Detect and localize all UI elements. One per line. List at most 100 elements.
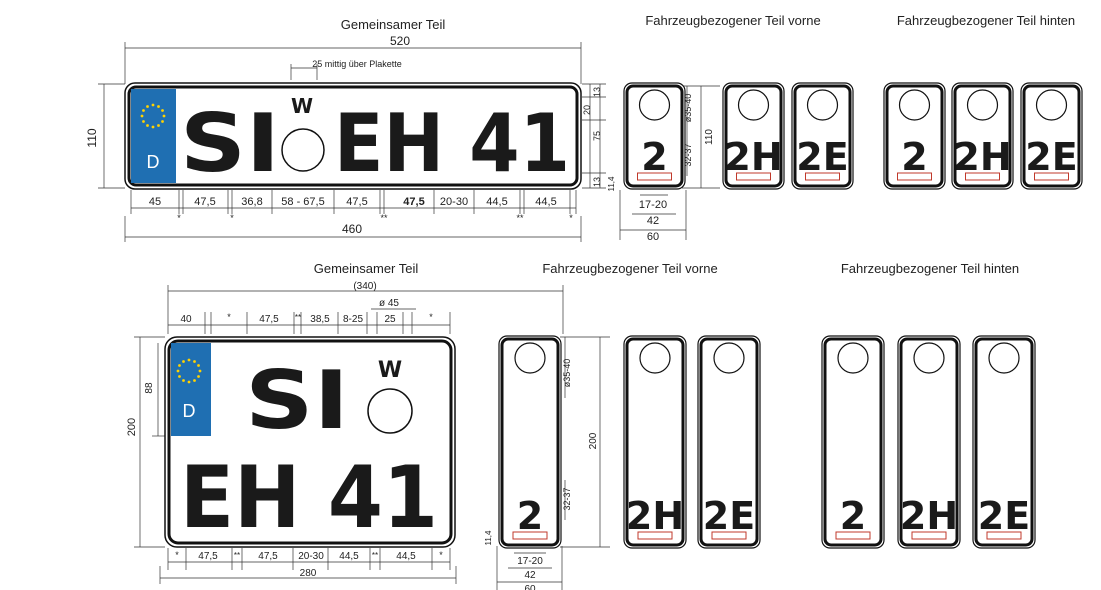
tab-label: 2 [901,135,927,179]
eu-star [176,369,180,373]
eu-star [182,379,185,382]
vehicle-tab: 2H [951,82,1014,190]
dim-top-6: 25 [384,314,396,325]
btab-dim-1720: 17-20 [517,556,543,567]
vehicle-tab: 2 [821,335,885,549]
dim-bottom-1: 47,5 [194,196,215,208]
btab-dim-42: 42 [524,570,536,581]
vehicle-tab: 2H [897,335,961,549]
badge-note-label: 25 mittig über Plakette [312,59,402,69]
bottom-plate: D SI W EH 41 [164,336,456,548]
dim-badge-note: 25 mittig über Plakette [290,59,402,80]
bottom-front-tabs: 2 2H 2E [498,335,761,549]
dim-right-side: 20 13 75 13 [582,83,606,189]
vehicle-tab: 2H [623,335,687,549]
vehicle-tab: 2 [498,335,562,549]
dim-b-8: * [439,550,443,560]
vehicle-tab: 2 [883,82,946,190]
dim-200-label: 200 [126,418,138,436]
dim-inner-width: 460 [124,216,582,242]
inspection-sticker [911,531,947,540]
inspection-sticker [637,172,672,181]
license-plate-diagram: Gemeinsamer Teil Fahrzeugbezogener Teil … [85,13,1083,590]
dim-b-5: 44,5 [339,551,359,562]
eu-star [140,114,144,118]
vehicle-tab: 2E [972,335,1036,549]
star-mark-3: ** [516,213,524,223]
dim-right-13b: 13 [592,177,602,187]
star-mark-2: ** [380,213,388,223]
inspection-sticker [711,531,747,540]
dim-340: (340) [167,281,564,334]
eu-star [182,360,185,363]
tab-label: 2H [724,135,782,179]
inspection-sticker [835,531,871,540]
dim-340-label: (340) [353,281,376,292]
seal-circle [1035,89,1068,121]
dim-top-3: ** [295,313,301,322]
eu-star [161,120,164,123]
inspection-sticker [1034,172,1069,181]
bottom-heading-rear: Fahrzeugbezogener Teil hinten [841,261,1019,276]
btab-dim-114: 11,4 [484,530,493,546]
eu-country-letter: D [147,152,160,172]
tab-label: 2H [626,494,684,538]
seal-circle [898,89,931,121]
dim-bottom-5: 47,5 [403,196,424,208]
dim-b-2: ** [234,551,240,560]
seal-circle [713,342,745,374]
top-rear-tabs: 2 2H 2E [883,82,1083,190]
btab-dim-60: 60 [524,584,536,590]
eu-star [151,125,155,129]
eu-star [178,375,181,378]
seal-circle [514,342,546,374]
seal-circle [913,342,945,374]
bottom-rear-tabs: 2 2H 2E [821,335,1036,549]
dim-badge-dia: ø 45 [371,298,416,310]
seal-circle [806,89,839,121]
star-mark-4: * [569,213,573,223]
plate-w-mark: W [378,358,402,383]
eu-star [146,124,149,127]
inspection-sticker [512,531,548,540]
dim-bottom-3: 58 - 67,5 [281,196,324,208]
bottom-heading-front: Fahrzeugbezogener Teil vorne [542,261,717,276]
btab-dim-dia: ø35-40 [562,359,572,388]
dim-bottom-2: 36,8 [241,196,262,208]
eu-star [198,369,202,373]
inspection-sticker [897,172,932,181]
tab-dim-60: 60 [647,231,659,243]
star-mark-1: * [230,213,234,223]
dim-b-4: 20-30 [298,551,324,562]
registration-seal-circle [281,128,325,172]
tab-label: 2E [978,494,1030,538]
dim-height-200: 200 88 [126,336,168,548]
dim-b-3: 47,5 [258,551,278,562]
top-plate: D SI W EH 41 [124,82,582,190]
inspection-sticker [805,172,840,181]
tab-label: 2 [517,494,543,538]
btab-dim-200: 200 [588,432,599,449]
tab-label: 2H [900,494,958,538]
eu-star [157,105,160,108]
vehicle-tab: 2 [623,82,686,190]
top-section: Gemeinsamer Teil Fahrzeugbezogener Teil … [85,13,1083,243]
plate-w-mark: W [291,94,313,118]
vehicle-tab: 2H [722,82,785,190]
vehicle-tab: 2E [791,82,854,190]
dim-280-label: 280 [300,568,317,579]
dim-b-6: ** [372,551,378,560]
dim-bottom-row: 45 47,5 36,8 58 - 67,5 47,5 47,5 20-30 4… [130,190,577,223]
vehicle-tab: 2E [697,335,761,549]
dim-bottom-0: 45 [149,196,161,208]
seal-circle [966,89,999,121]
eu-star [187,358,191,362]
tab-label: 2 [840,494,866,538]
plate-text-right: EH 41 [334,97,570,190]
bottom-heading-common: Gemeinsamer Teil [314,261,419,276]
dim-right-75: 75 [592,131,602,141]
dim-top-5: 8-25 [343,314,363,325]
top-heading-common: Gemeinsamer Teil [341,17,446,32]
eu-star [197,375,200,378]
top-front-tabs: 2 2H 2E [623,82,854,190]
